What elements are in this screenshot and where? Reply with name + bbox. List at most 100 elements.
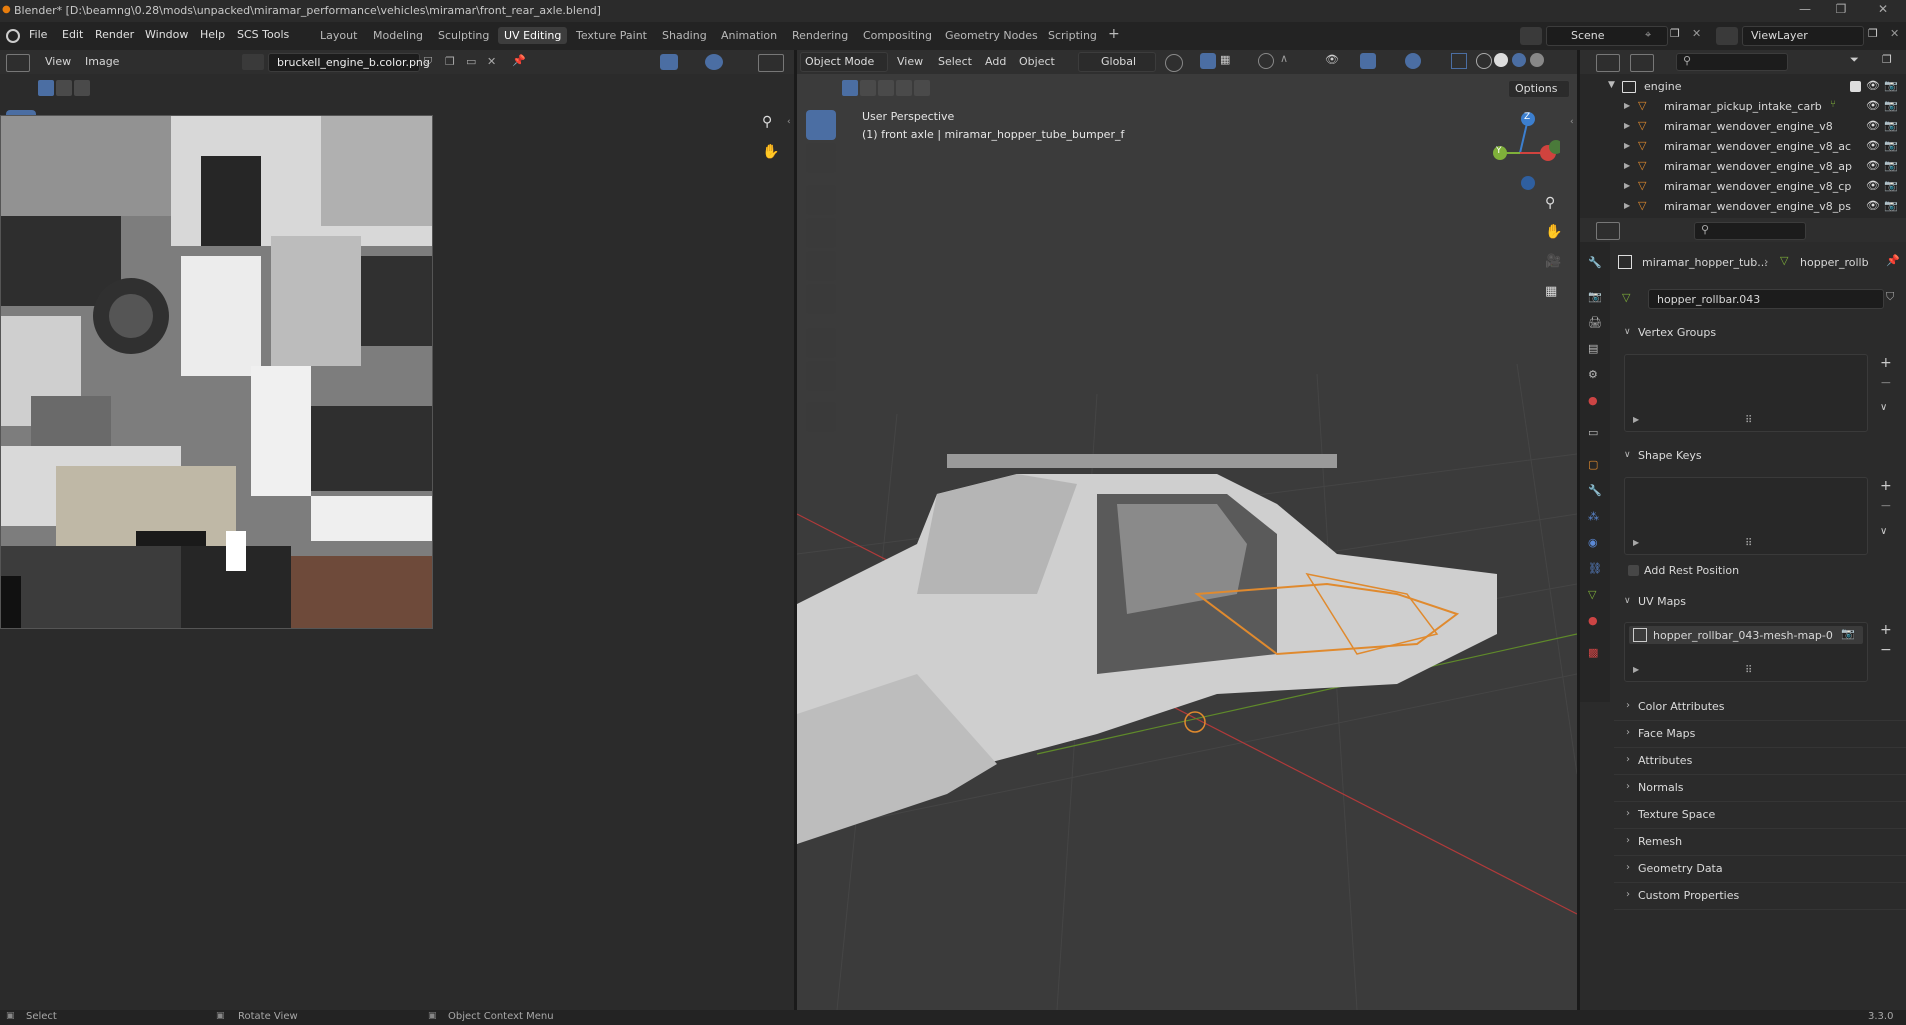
scene-icon[interactable] — [1520, 27, 1542, 45]
unlink-image-icon[interactable]: ✕ — [487, 55, 496, 68]
menu-file[interactable]: File — [29, 28, 47, 41]
tab-compositing[interactable]: Compositing — [857, 29, 938, 42]
proportional-edit-icon[interactable] — [1258, 53, 1274, 69]
expand-arrow-icon[interactable]: ▶ — [1624, 161, 1630, 170]
list-expand-icon[interactable]: ▶ — [1633, 538, 1639, 547]
outliner-new-collection-icon[interactable]: ❐ — [1882, 53, 1892, 66]
eye-icon[interactable]: 👁 — [1866, 99, 1880, 112]
panel-color-attributes[interactable]: › Color Attributes — [1614, 694, 1906, 721]
properties-editor-type-icon[interactable] — [1596, 222, 1620, 240]
new-image-icon[interactable]: ❐ — [445, 55, 455, 68]
new-scene-icon[interactable]: ❐ — [1670, 27, 1680, 40]
render-icon[interactable]: 📷 — [1884, 99, 1898, 112]
pin-image-icon[interactable]: 📌 — [512, 54, 526, 67]
physics-tab-icon[interactable]: ◉ — [1588, 536, 1598, 549]
close-icon[interactable]: ✕ — [1868, 2, 1898, 20]
vertex-groups-toggle-icon[interactable]: ∨ — [1624, 327, 1631, 337]
image-browse-icon[interactable] — [242, 54, 264, 70]
wireframe-shading-icon[interactable] — [1476, 53, 1492, 69]
rendered-shading-icon[interactable] — [1530, 53, 1544, 67]
shape-keys-header[interactable]: Shape Keys — [1638, 449, 1702, 462]
uv-sync-icon[interactable] — [660, 54, 678, 70]
panel-attributes[interactable]: › Attributes — [1614, 748, 1906, 775]
eye-icon[interactable]: 👁 — [1866, 159, 1880, 172]
view-layer-tab-icon[interactable]: ▤ — [1588, 342, 1598, 355]
tab-uv-editing[interactable]: UV Editing — [498, 27, 568, 44]
list-resize-handle-icon[interactable]: ⠿ — [1745, 538, 1752, 549]
zoom-icon[interactable]: ⚲ — [762, 114, 772, 130]
collection-eye-icon[interactable]: 👁 — [1866, 79, 1880, 92]
tab-rendering[interactable]: Rendering — [786, 29, 854, 42]
tab-texture-paint[interactable]: Texture Paint — [570, 29, 653, 42]
vertex-groups-list[interactable]: ▶ ⠿ — [1624, 354, 1868, 432]
render-tab-icon[interactable]: 📷 — [1588, 290, 1602, 303]
add-workspace-icon[interactable]: + — [1108, 26, 1120, 42]
pin-properties-icon[interactable]: 📌 — [1886, 254, 1900, 267]
particles-tab-icon[interactable]: ⁂ — [1588, 510, 1599, 523]
list-item[interactable]: ▶ ▽ miramar_pickup_intake_carb ⑂ 👁 📷 — [1580, 97, 1906, 117]
tab-shading[interactable]: Shading — [656, 29, 713, 42]
material-tab-icon[interactable]: ● — [1588, 614, 1598, 627]
world-tab-icon[interactable]: ● — [1588, 394, 1598, 407]
list-resize-handle-icon[interactable]: ⠿ — [1745, 415, 1752, 426]
list-item[interactable]: ▶ ▽ miramar_wendover_engine_v8_cp 👁 📷 — [1580, 177, 1906, 197]
add-rest-position-checkbox[interactable] — [1628, 565, 1639, 576]
visibility-icon[interactable]: 👁 — [1325, 53, 1339, 66]
snap-target-icon[interactable]: ▦ — [1220, 53, 1236, 69]
viewlayer-selector[interactable]: ViewLayer — [1742, 26, 1864, 46]
list-item[interactable]: ▶ ▽ miramar_wendover_engine_v8 👁 📷 — [1580, 117, 1906, 137]
texture-tab-icon[interactable]: ▩ — [1588, 646, 1598, 659]
expand-collection-icon[interactable]: ▼ — [1608, 80, 1615, 90]
panel-remesh[interactable]: › Remesh — [1614, 829, 1906, 856]
solid-shading-icon[interactable] — [1494, 53, 1508, 67]
render-icon[interactable]: 📷 — [1884, 119, 1898, 132]
tool-tab-icon[interactable]: 🔧 — [1588, 256, 1602, 269]
image-name-field[interactable]: bruckell_engine_b.color.png — [268, 53, 430, 72]
list-item[interactable]: ▶ ▽ miramar_wendover_engine_v8_ap 👁 📷 — [1580, 157, 1906, 177]
viewport-menu-add[interactable]: Add — [985, 55, 1006, 68]
open-image-icon[interactable]: ▭ — [466, 55, 476, 68]
remove-vertex-group-icon[interactable]: − — [1880, 375, 1892, 391]
render-icon[interactable]: 📷 — [1884, 139, 1898, 152]
viewport-menu-select[interactable]: Select — [938, 55, 972, 68]
object-tab-icon[interactable]: ▢ — [1588, 458, 1598, 471]
viewport-menu-view[interactable]: View — [897, 55, 923, 68]
mesh-data-tab-icon[interactable]: ▽ — [1588, 588, 1596, 601]
viewlayer-icon[interactable] — [1716, 27, 1738, 45]
collection-render-icon[interactable]: 📷 — [1884, 79, 1898, 92]
uv-view-menu[interactable]: View — [45, 55, 71, 68]
menu-edit[interactable]: Edit — [62, 28, 83, 41]
uv-maps-toggle-icon[interactable]: ∨ — [1624, 596, 1631, 606]
list-item[interactable]: ▶ ▽ miramar_wendover_engine_v8_ps 👁 📷 — [1580, 197, 1906, 215]
remove-shape-key-icon[interactable]: − — [1880, 498, 1892, 514]
minimize-icon[interactable]: — — [1790, 2, 1820, 20]
uv-map-row[interactable]: hopper_rollbar_043-mesh-map-0 📷 — [1629, 626, 1863, 644]
modifier-tab-icon[interactable]: 🔧 — [1588, 484, 1602, 497]
overlay-toggle-icon[interactable] — [1405, 53, 1421, 69]
tab-animation[interactable]: Animation — [715, 29, 783, 42]
shape-keys-list[interactable]: ▶ ⠿ — [1624, 477, 1868, 555]
new-viewlayer-icon[interactable]: ❐ — [1868, 27, 1878, 40]
mesh-name-field[interactable]: hopper_rollbar.043 — [1648, 289, 1884, 309]
properties-search-input[interactable]: ⚲ — [1694, 222, 1806, 240]
vertex-group-menu-icon[interactable]: ∨ — [1880, 402, 1887, 413]
panel-face-maps[interactable]: › Face Maps — [1614, 721, 1906, 748]
blender-menu-icon[interactable] — [6, 29, 20, 43]
outliner-collection-row[interactable]: ▼ engine 👁 📷 — [1580, 78, 1906, 96]
remove-scene-icon[interactable]: ✕ — [1692, 27, 1701, 40]
xray-icon[interactable] — [1451, 53, 1467, 69]
falloff-icon[interactable]: ∧ — [1280, 52, 1288, 65]
panel-texture-space[interactable]: › Texture Space — [1614, 802, 1906, 829]
render-icon[interactable]: 📷 — [1884, 159, 1898, 172]
list-expand-icon[interactable]: ▶ — [1633, 415, 1639, 424]
uv-overlay-icon[interactable] — [705, 54, 723, 70]
tab-modeling[interactable]: Modeling — [367, 29, 429, 42]
outliner-filter-icon[interactable]: ⏷ — [1850, 53, 1859, 67]
uv-map-render-icon[interactable]: 📷 — [1841, 627, 1855, 640]
vertex-groups-header[interactable]: Vertex Groups — [1638, 326, 1716, 339]
collection-tab-icon[interactable]: ▭ — [1588, 426, 1598, 439]
add-shape-key-icon[interactable]: + — [1880, 478, 1892, 494]
panel-geometry-data[interactable]: › Geometry Data — [1614, 856, 1906, 883]
expand-arrow-icon[interactable]: ▶ — [1624, 141, 1630, 150]
mesh-fake-user-icon[interactable]: ⛉ — [1886, 290, 1894, 304]
